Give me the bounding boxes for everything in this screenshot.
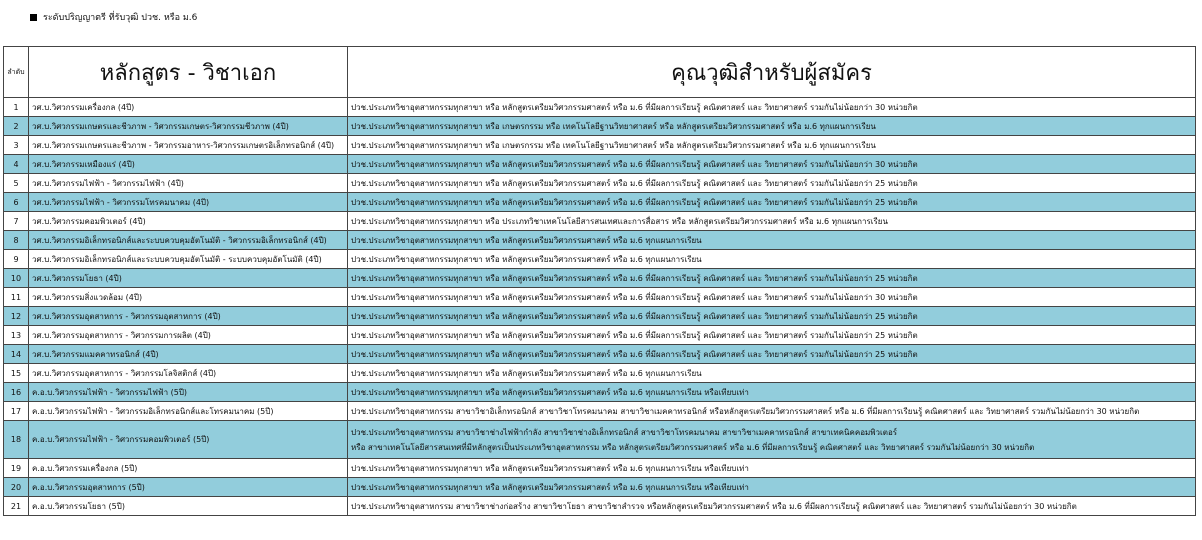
row-number: 14 xyxy=(3,344,29,364)
table-row: 1 วศ.บ.วิศวกรรมเครื่องกล (4ปี) ปวช.ประเภทว… xyxy=(3,97,1196,117)
table-row: 9 วศ.บ.วิศวกรรมอิเล็กทรอนิกส์และระบบควบคุ… xyxy=(3,249,1196,269)
row-number: 19 xyxy=(3,458,29,478)
table-row: 6 วศ.บ.วิศวกรรมไฟฟ้า - วิศวกรรมโทรคมนาคม … xyxy=(3,192,1196,212)
row-program: วศ.บ.วิศวกรรมคอมพิวเตอร์ (4ปี) xyxy=(28,211,348,231)
table-row: 20 ค.อ.บ.วิศวกรรมอุตสาหการ (5ปี) ปวช.ประเภ… xyxy=(3,477,1196,497)
row-number: 18 xyxy=(3,420,29,459)
row-program: วศ.บ.วิศวกรรมโยธา (4ปี) xyxy=(28,268,348,288)
table-row: 3 วศ.บ.วิศวกรรมเกษตรและชีวภาพ - วิศวกรรมอ… xyxy=(3,135,1196,155)
qualification-line: หรือ สาขาเทคโนโลยีสารสนเทศที่มีหลักสูตรเ… xyxy=(351,442,1035,452)
row-qualification: ปวช.ประเภทวิชาอุตสาหกรรม สาขาวิชาอิเล็กท… xyxy=(347,401,1196,421)
table-row: 13 วศ.บ.วิศวกรรมอุตสาหการ - วิศวกรรมการผล… xyxy=(3,325,1196,345)
row-qualification: ปวช.ประเภทวิชาอุตสาหกรรมทุกสาขา หรือ หลั… xyxy=(347,382,1196,402)
row-qualification: ปวช.ประเภทวิชาอุตสาหกรรมทุกสาขา หรือ หลั… xyxy=(347,249,1196,269)
row-program: วศ.บ.วิศวกรรมสิ่งแวดล้อม (4ปี) xyxy=(28,287,348,307)
row-number: 6 xyxy=(3,192,29,212)
table-row: 17 ค.อ.บ.วิศวกรรมไฟฟ้า - วิศวกรรมอิเล็กทร… xyxy=(3,401,1196,421)
table-row: 7 วศ.บ.วิศวกรรมคอมพิวเตอร์ (4ปี) ปวช.ประเภ… xyxy=(3,211,1196,231)
row-number: 7 xyxy=(3,211,29,231)
row-program: ค.อ.บ.วิศวกรรมโยธา (5ปี) xyxy=(28,496,348,516)
table-row: 18 ค.อ.บ.วิศวกรรมไฟฟ้า - วิศวกรรมคอมพิวเต… xyxy=(3,420,1196,459)
row-qualification: ปวช.ประเภทวิชาอุตสาหกรรมทุกสาขา หรือ หลั… xyxy=(347,287,1196,307)
row-program: วศ.บ.วิศวกรรมอุตสาหการ - วิศวกรรมการผลิต… xyxy=(28,325,348,345)
row-qualification: ปวช.ประเภทวิชาอุตสาหกรรมทุกสาขา หรือ เกษ… xyxy=(347,135,1196,155)
row-number: 5 xyxy=(3,173,29,193)
row-number: 1 xyxy=(3,97,29,117)
table-header-row: ลำดับ หลักสูตร - วิชาเอก คุณวุฒิสำหรับผู… xyxy=(3,46,1196,98)
row-qualification: ปวช.ประเภทวิชาอุตสาหกรรมทุกสาขา หรือ หลั… xyxy=(347,192,1196,212)
row-number: 17 xyxy=(3,401,29,421)
row-program: วศ.บ.วิศวกรรมเกษตรและชีวภาพ - วิศวกรรมเก… xyxy=(28,116,348,136)
table-row: 21 ค.อ.บ.วิศวกรรมโยธา (5ปี) ปวช.ประเภทวิชา… xyxy=(3,496,1196,516)
row-number: 9 xyxy=(3,249,29,269)
row-number: 10 xyxy=(3,268,29,288)
row-qualification: ปวช.ประเภทวิชาอุตสาหกรรมทุกสาขา หรือ หลั… xyxy=(347,154,1196,174)
row-number: 3 xyxy=(3,135,29,155)
header-qualification: คุณวุฒิสำหรับผู้สมัคร xyxy=(347,46,1196,98)
row-qualification: ปวช.ประเภทวิชาอุตสาหกรรม สาขาวิชาช่างไฟฟ… xyxy=(347,420,1196,459)
row-number: 15 xyxy=(3,363,29,383)
section-heading-text: ระดับปริญญาตรี ที่รับวุฒิ ปวช. หรือ ม.6 xyxy=(43,13,198,23)
qualification-line: ปวช.ประเภทวิชาอุตสาหกรรม สาขาวิชาช่างไฟฟ… xyxy=(351,427,898,437)
table-row: 10 วศ.บ.วิศวกรรมโยธา (4ปี) ปวช.ประเภทวิชาอ… xyxy=(3,268,1196,288)
table-row: 2 วศ.บ.วิศวกรรมเกษตรและชีวภาพ - วิศวกรรมเ… xyxy=(3,116,1196,136)
row-program: วศ.บ.วิศวกรรมอุตสาหการ - วิศวกรรมโลจิสติ… xyxy=(28,363,348,383)
row-qualification: ปวช.ประเภทวิชาอุตสาหกรรมทุกสาขา หรือ เกษ… xyxy=(347,116,1196,136)
square-bullet-icon xyxy=(30,13,37,21)
row-qualification: ปวช.ประเภทวิชาอุตสาหกรรมทุกสาขา หรือ หลั… xyxy=(347,306,1196,326)
header-order: ลำดับ xyxy=(3,46,29,98)
table-row: 5 วศ.บ.วิศวกรรมไฟฟ้า - วิศวกรรมไฟฟ้า (4ปี… xyxy=(3,173,1196,193)
row-number: 4 xyxy=(3,154,29,174)
row-program: วศ.บ.วิศวกรรมเครื่องกล (4ปี) xyxy=(28,97,348,117)
row-number: 16 xyxy=(3,382,29,402)
row-number: 20 xyxy=(3,477,29,497)
header-program: หลักสูตร - วิชาเอก xyxy=(28,46,348,98)
table-row: 14 วศ.บ.วิศวกรรมแมคคาทรอนิกส์ (4ปี) ปวช.ปร… xyxy=(3,344,1196,364)
table-row: 12 วศ.บ.วิศวกรรมอุตสาหการ - วิศวกรรมอุตสา… xyxy=(3,306,1196,326)
row-qualification: ปวช.ประเภทวิชาอุตสาหกรรมทุกสาขา หรือ หลั… xyxy=(347,458,1196,478)
row-number: 21 xyxy=(3,496,29,516)
row-program: วศ.บ.วิศวกรรมไฟฟ้า - วิศวกรรมโทรคมนาคม (… xyxy=(28,192,348,212)
row-qualification: ปวช.ประเภทวิชาอุตสาหกรรมทุกสาขา หรือ ประ… xyxy=(347,211,1196,231)
row-qualification: ปวช.ประเภทวิชาอุตสาหกรรม สาขาวิชาช่างก่อ… xyxy=(347,496,1196,516)
table-row: 19 ค.อ.บ.วิศวกรรมเครื่องกล (5ปี) ปวช.ประเภ… xyxy=(3,458,1196,478)
row-program: ค.อ.บ.วิศวกรรมไฟฟ้า - วิศวกรรมคอมพิวเตอร… xyxy=(28,420,348,459)
row-program: ค.อ.บ.วิศวกรรมไฟฟ้า - วิศวกรรมไฟฟ้า (5ปี… xyxy=(28,382,348,402)
row-number: 13 xyxy=(3,325,29,345)
row-qualification: ปวช.ประเภทวิชาอุตสาหกรรมทุกสาขา หรือ หลั… xyxy=(347,325,1196,345)
row-number: 12 xyxy=(3,306,29,326)
row-program: วศ.บ.วิศวกรรมอิเล็กทรอนิกส์และระบบควบคุม… xyxy=(28,230,348,250)
row-program: ค.อ.บ.วิศวกรรมเครื่องกล (5ปี) xyxy=(28,458,348,478)
table-row: 15 วศ.บ.วิศวกรรมอุตสาหการ - วิศวกรรมโลจิส… xyxy=(3,363,1196,383)
row-program: ค.อ.บ.วิศวกรรมไฟฟ้า - วิศวกรรมอิเล็กทรอน… xyxy=(28,401,348,421)
row-qualification: ปวช.ประเภทวิชาอุตสาหกรรมทุกสาขา หรือ หลั… xyxy=(347,344,1196,364)
row-number: 2 xyxy=(3,116,29,136)
table-row: 16 ค.อ.บ.วิศวกรรมไฟฟ้า - วิศวกรรมไฟฟ้า (5… xyxy=(3,382,1196,402)
table-row: 4 วศ.บ.วิศวกรรมเหมืองแร่ (4ปี) ปวช.ประเภทว… xyxy=(3,154,1196,174)
row-qualification: ปวช.ประเภทวิชาอุตสาหกรรมทุกสาขา หรือ หลั… xyxy=(347,230,1196,250)
row-program: วศ.บ.วิศวกรรมอิเล็กทรอนิกส์และระบบควบคุม… xyxy=(28,249,348,269)
row-qualification: ปวช.ประเภทวิชาอุตสาหกรรมทุกสาขา หรือ หลั… xyxy=(347,477,1196,497)
programs-table: ลำดับ หลักสูตร - วิชาเอก คุณวุฒิสำหรับผู… xyxy=(3,46,1196,516)
row-program: วศ.บ.วิศวกรรมแมคคาทรอนิกส์ (4ปี) xyxy=(28,344,348,364)
table-row: 11 วศ.บ.วิศวกรรมสิ่งแวดล้อม (4ปี) ปวช.ประเ… xyxy=(3,287,1196,307)
row-program: วศ.บ.วิศวกรรมเกษตรและชีวภาพ - วิศวกรรมอา… xyxy=(28,135,348,155)
row-qualification: ปวช.ประเภทวิชาอุตสาหกรรมทุกสาขา หรือ หลั… xyxy=(347,363,1196,383)
row-number: 11 xyxy=(3,287,29,307)
row-number: 8 xyxy=(3,230,29,250)
row-program: ค.อ.บ.วิศวกรรมอุตสาหการ (5ปี) xyxy=(28,477,348,497)
row-program: วศ.บ.วิศวกรรมไฟฟ้า - วิศวกรรมไฟฟ้า (4ปี) xyxy=(28,173,348,193)
table-row: 8 วศ.บ.วิศวกรรมอิเล็กทรอนิกส์และระบบควบคุ… xyxy=(3,230,1196,250)
row-program: วศ.บ.วิศวกรรมอุตสาหการ - วิศวกรรมอุตสาหก… xyxy=(28,306,348,326)
row-qualification: ปวช.ประเภทวิชาอุตสาหกรรมทุกสาขา หรือ หลั… xyxy=(347,97,1196,117)
row-qualification: ปวช.ประเภทวิชาอุตสาหกรรมทุกสาขา หรือ หลั… xyxy=(347,173,1196,193)
row-qualification: ปวช.ประเภทวิชาอุตสาหกรรมทุกสาขา หรือ หลั… xyxy=(347,268,1196,288)
section-heading: ระดับปริญญาตรี ที่รับวุฒิ ปวช. หรือ ม.6 xyxy=(30,10,197,24)
row-program: วศ.บ.วิศวกรรมเหมืองแร่ (4ปี) xyxy=(28,154,348,174)
